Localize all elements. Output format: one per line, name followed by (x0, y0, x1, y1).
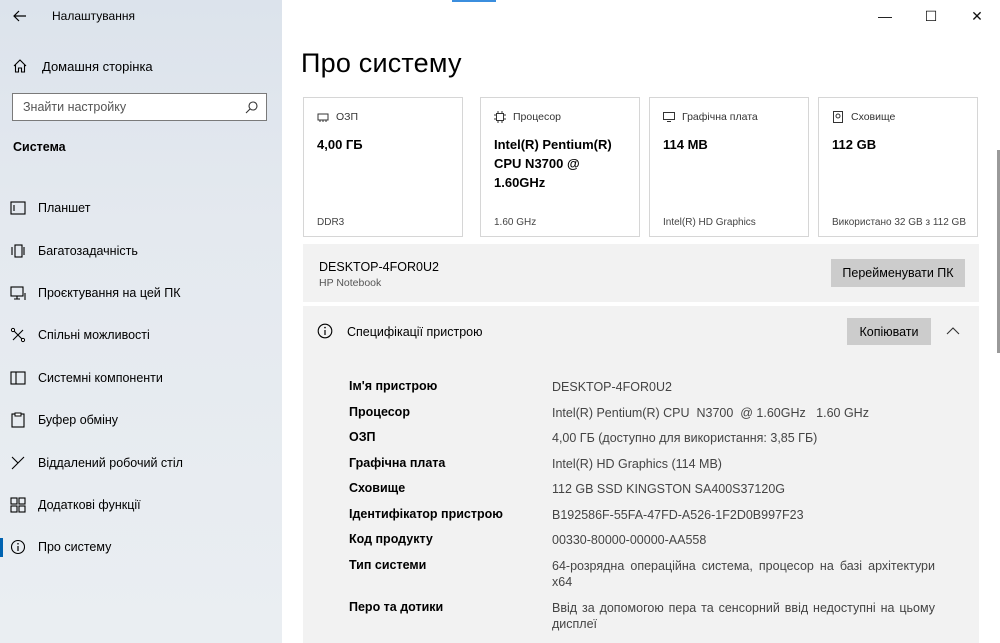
device-name: DESKTOP-4FOR0U2 (319, 260, 439, 274)
search-placeholder: Знайти настройку (23, 100, 127, 114)
sidebar-item-about[interactable]: Про систему (0, 526, 282, 568)
spec-key: Сховище (349, 481, 406, 495)
sidebar-item-multitasking[interactable]: Багатозадачність (0, 229, 282, 271)
spec-value: 64-розрядна операційна система, процесор… (552, 559, 935, 589)
back-arrow-icon (13, 10, 26, 22)
spec-key: Графічна плата (349, 455, 446, 470)
copy-button[interactable]: Копіювати (847, 318, 931, 345)
multitasking-icon (0, 243, 38, 259)
spec-value: 00330-80000-00000-AA558 (552, 533, 707, 547)
storage-card: Сховище 112 GB Використано 32 GB з 112 G… (818, 97, 978, 237)
card-value: 114 MB (663, 137, 708, 152)
sidebar-nav: Планшет Багатозадачність Проєктування на… (0, 187, 282, 569)
device-panel: DESKTOP-4FOR0U2 HP Notebook Перейменуват… (303, 244, 979, 302)
card-value: 112 GB (832, 137, 877, 152)
card-title: Процесор (513, 111, 562, 123)
sidebar: Налаштування Домашня сторінка Знайти нас… (0, 0, 282, 643)
card-title: Сховище (851, 111, 896, 123)
app-title: Налаштування (52, 9, 135, 23)
home-icon (0, 58, 40, 74)
specifications-header[interactable]: Специфікації пристрою Копіювати (303, 306, 979, 358)
main-content: — ☐ ✕ Про систему ОЗП 4,00 ГБ DDR3 Проце… (282, 0, 1000, 643)
sidebar-item-label: Спільні можливості (38, 328, 150, 343)
system-components-icon (0, 371, 38, 385)
focus-accent (452, 0, 496, 2)
sidebar-item-label: Проєктування на цей ПК (38, 285, 181, 300)
clipboard-icon (0, 412, 38, 428)
card-value: 4,00 ГБ (317, 137, 363, 152)
remote-desktop-icon (0, 455, 38, 471)
card-title: Графічна плата (682, 111, 758, 123)
back-button[interactable] (0, 0, 40, 32)
ram-icon (317, 111, 329, 123)
sidebar-item-label: Домашня сторінка (42, 58, 153, 74)
processor-card: Процесор Intel(R) Pentium(R) CPU N3700 @… (480, 97, 640, 237)
close-button[interactable]: ✕ (954, 0, 1000, 32)
card-title: ОЗП (336, 111, 359, 123)
spec-key: Процесор (349, 404, 410, 419)
sidebar-item-label: Буфер обміну (38, 413, 119, 428)
specifications-title: Специфікації пристрою (347, 325, 483, 339)
card-footer: Intel(R) HD Graphics (663, 217, 756, 228)
chevron-up-icon[interactable] (946, 322, 960, 340)
spec-value: 112 GB SSD KINGSTON SA400S37120G (552, 482, 785, 496)
spec-key: Тип системи (349, 558, 427, 572)
graphics-card: Графічна плата 114 MB Intel(R) HD Graphi… (649, 97, 809, 237)
spec-value: Intel(R) HD Graphics (114 MB) (552, 456, 722, 471)
sidebar-item-tablet[interactable]: Планшет (0, 187, 282, 229)
processor-icon (494, 111, 506, 123)
spec-value: B192586F-55FA-47FD-A526-1F2D0B997F23 (552, 507, 804, 522)
projecting-icon (0, 285, 38, 301)
device-specifications-panel: Специфікації пристрою Копіювати Ім'я при… (303, 306, 979, 643)
spec-value: DESKTOP-4FOR0U2 (552, 380, 672, 394)
sidebar-item-optional-features[interactable]: Додаткові функції (0, 484, 282, 526)
titlebar-left: Налаштування (0, 0, 282, 32)
spec-value: Ввід за допомогою пера та сенсорний ввід… (552, 601, 935, 631)
optional-features-icon (0, 497, 38, 513)
sidebar-item-label: Системні компоненти (38, 370, 163, 385)
shared-experiences-icon (0, 327, 38, 343)
graphics-icon (663, 111, 675, 123)
minimize-button[interactable]: — (862, 0, 908, 32)
sidebar-item-label: Додаткові функції (38, 497, 141, 512)
card-value: Intel(R) Pentium(R) CPU N3700 @ 1.60GHz (494, 137, 612, 190)
sidebar-item-remote-desktop[interactable]: Віддалений робочий стіл (0, 441, 282, 483)
rename-pc-button[interactable]: Перейменувати ПК (831, 259, 965, 287)
card-footer: DDR3 (317, 217, 345, 228)
search-input[interactable]: Знайти настройку (12, 93, 267, 121)
card-footer: Використано 32 GB з 112 GB (832, 217, 967, 228)
search-icon (245, 100, 258, 113)
sidebar-item-system-components[interactable]: Системні компоненти (0, 357, 282, 399)
window-controls: — ☐ ✕ (862, 0, 1000, 32)
spec-value: 4,00 ГБ (доступно для використання: 3,85… (552, 431, 818, 445)
spec-value: Intel(R) Pentium(R) CPU N3700 @ 1.60GHz … (552, 405, 869, 420)
card-footer: 1.60 GHz (494, 217, 537, 228)
sidebar-item-label: Планшет (38, 201, 91, 216)
page-title: Про систему (301, 48, 462, 78)
maximize-button[interactable]: ☐ (908, 0, 954, 32)
spec-key: Ім'я пристрою (349, 379, 438, 393)
ram-card: ОЗП 4,00 ГБ DDR3 (303, 97, 463, 237)
sidebar-item-label: Віддалений робочий стіл (38, 455, 183, 470)
sidebar-item-shared-experiences[interactable]: Спільні можливості (0, 314, 282, 356)
spec-key: Ідентифікатор пристрою (349, 506, 503, 521)
section-title: Система (13, 140, 66, 154)
info-icon (317, 323, 333, 344)
sidebar-item-home[interactable]: Домашня сторінка (0, 52, 282, 80)
storage-icon (832, 111, 844, 123)
sidebar-item-label: Про систему (38, 540, 112, 555)
spec-key: ОЗП (349, 430, 376, 444)
about-icon (0, 539, 38, 555)
spec-key: Код продукту (349, 532, 433, 546)
tablet-icon (0, 201, 38, 215)
sidebar-item-projecting[interactable]: Проєктування на цей ПК (0, 272, 282, 314)
spec-key: Перо та дотики (349, 600, 444, 614)
device-model: HP Notebook (319, 277, 382, 289)
sidebar-item-label: Багатозадачність (38, 243, 138, 258)
sidebar-item-clipboard[interactable]: Буфер обміну (0, 399, 282, 441)
